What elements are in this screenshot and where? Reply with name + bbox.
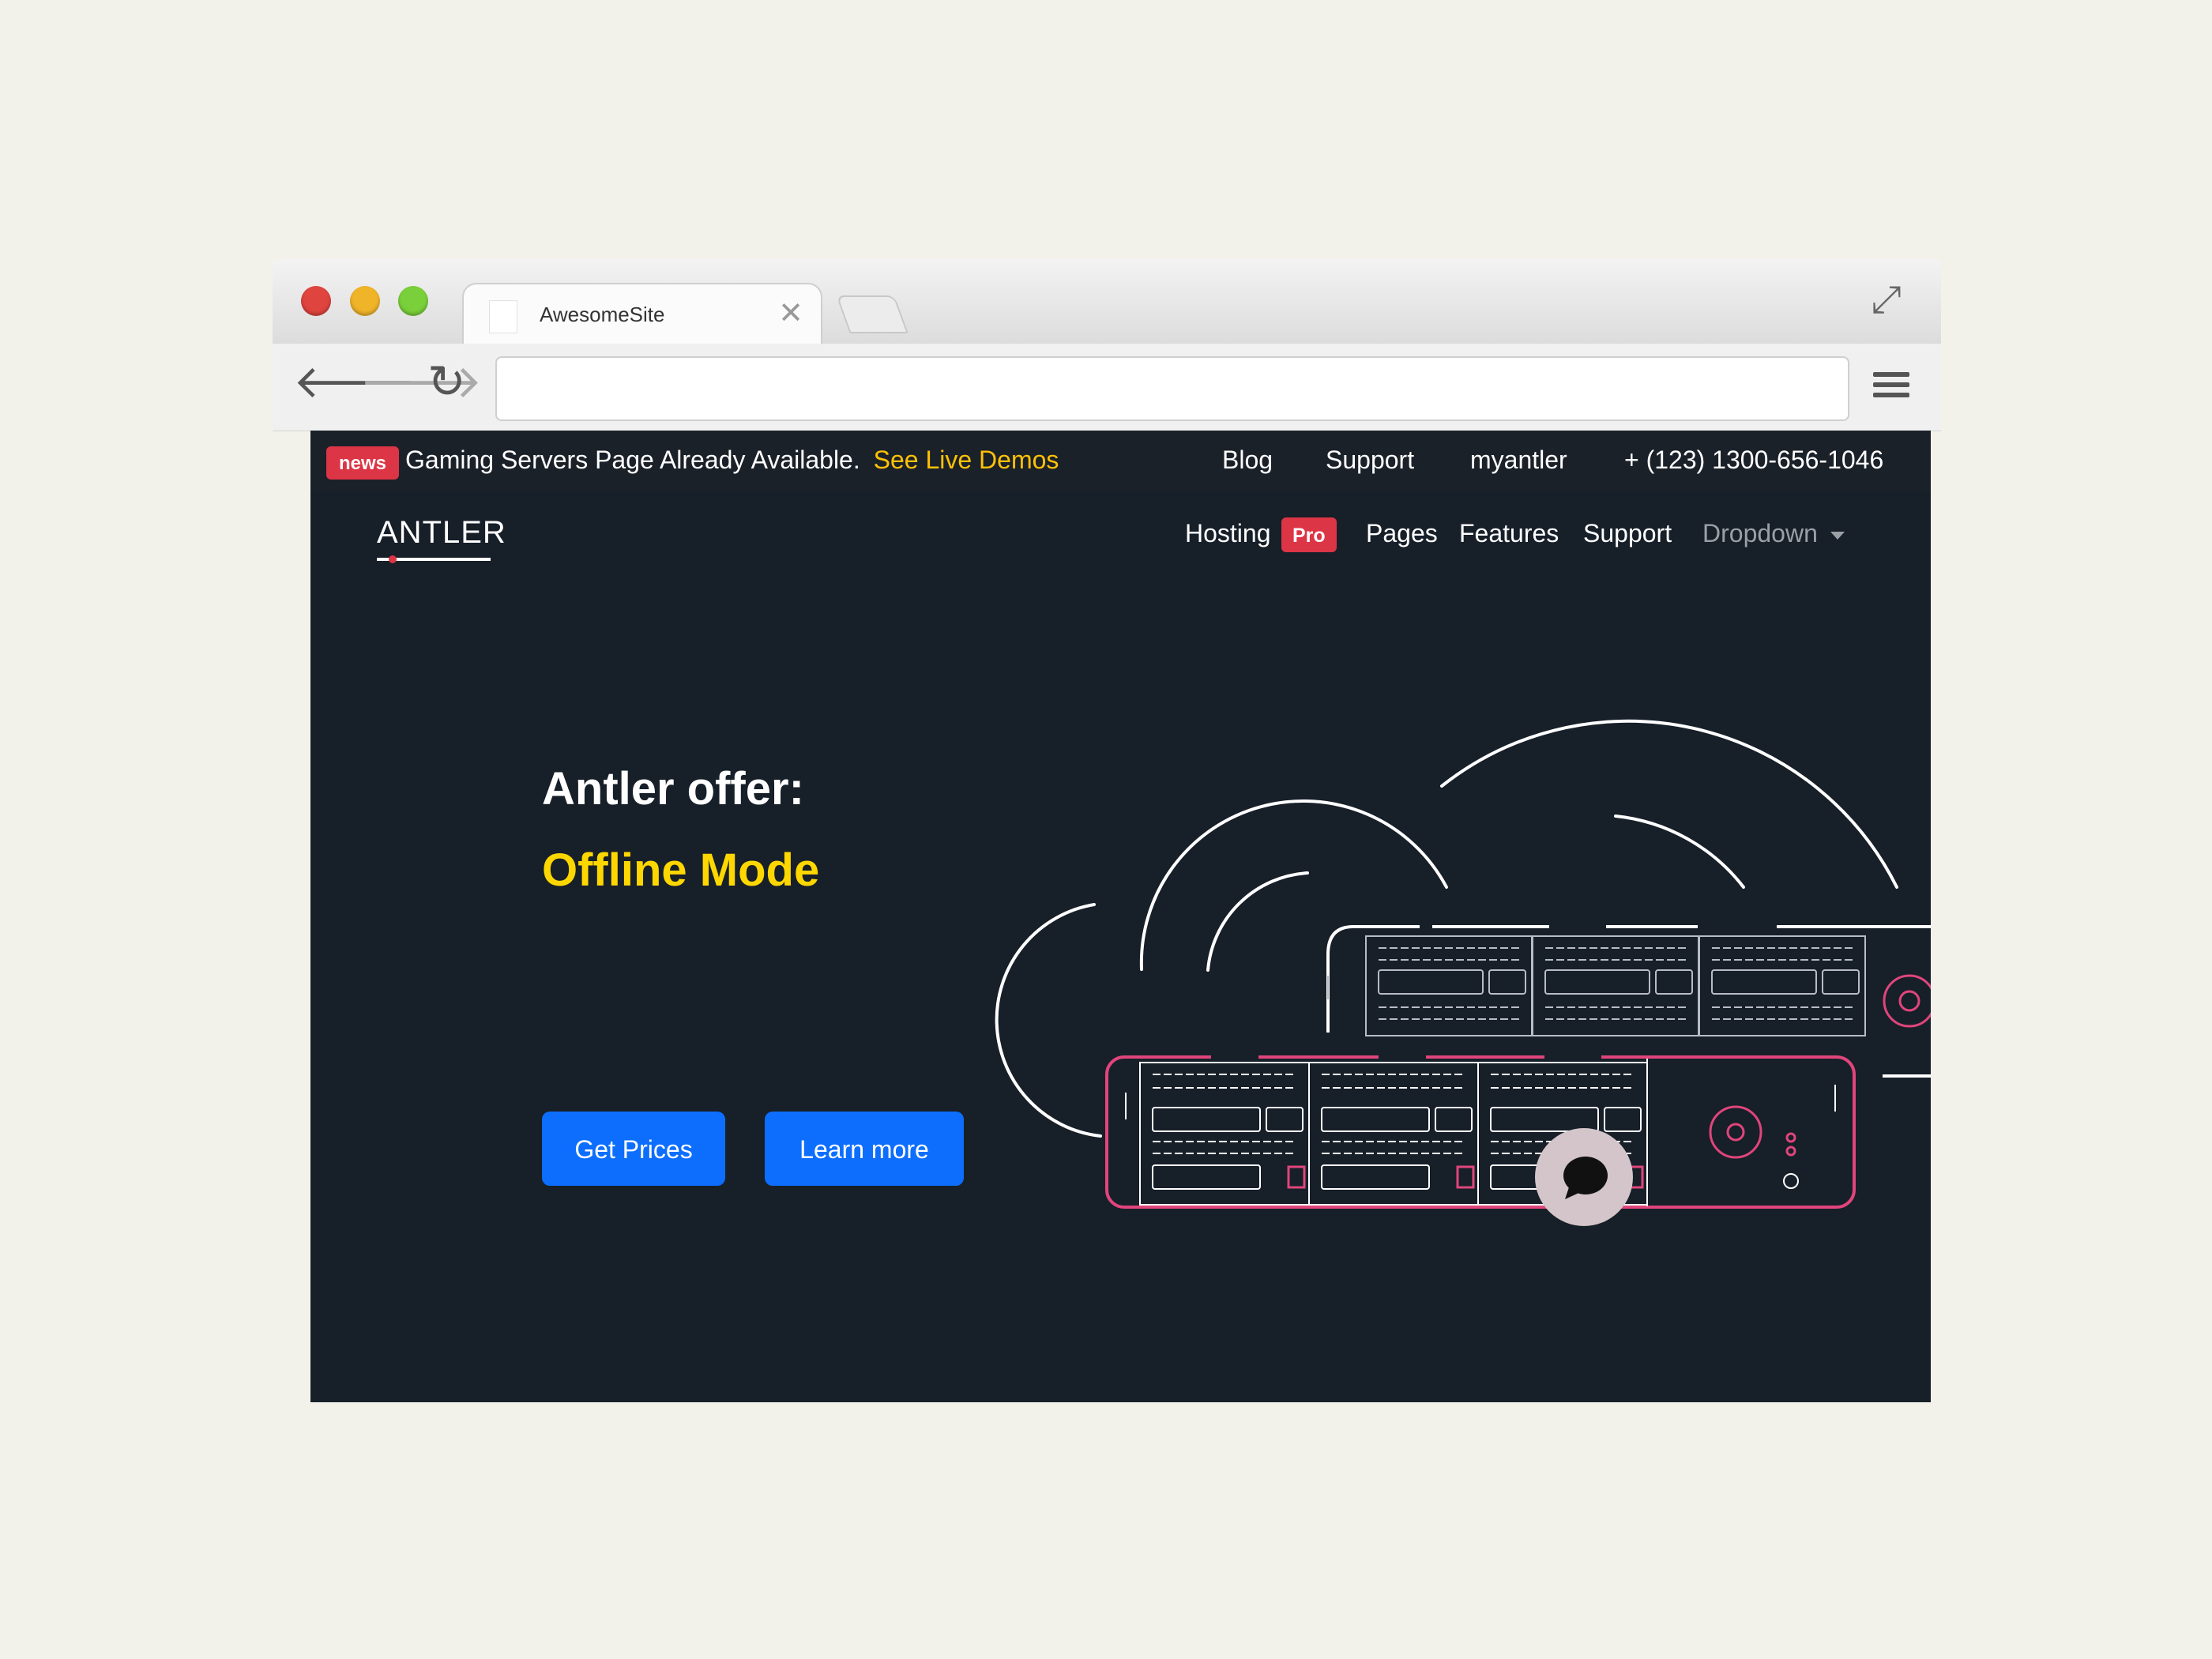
- page-icon: [489, 300, 517, 333]
- close-window-button[interactable]: [301, 286, 331, 316]
- maximize-window-button[interactable]: [398, 286, 428, 316]
- get-prices-button[interactable]: Get Prices: [542, 1112, 725, 1186]
- address-bar[interactable]: [495, 356, 1849, 421]
- web-page: news Gaming Servers Page Already Availab…: [310, 431, 1931, 1402]
- browser-titlebar: AwesomeSite ✕ ⤢: [273, 259, 1941, 346]
- reload-icon[interactable]: ↻: [427, 359, 466, 405]
- back-server-bays: [1327, 935, 1866, 1036]
- browser-window: AwesomeSite ✕ ⤢ 🡐 🡒 ↻ news Gaming Server…: [273, 259, 1941, 1403]
- tab-title: AwesomeSite: [540, 303, 665, 326]
- chat-widget-button[interactable]: [1535, 1128, 1633, 1226]
- back-server-dial: [1883, 974, 1931, 1028]
- close-tab-icon[interactable]: ✕: [778, 295, 803, 331]
- expand-icon[interactable]: ⤢: [1872, 278, 1902, 322]
- learn-more-button[interactable]: Learn more: [765, 1112, 964, 1186]
- minimize-window-button[interactable]: [350, 286, 380, 316]
- chat-bubble-icon: [1563, 1157, 1608, 1199]
- hero-subtitle: Offline Mode: [542, 845, 820, 896]
- browser-toolbar: 🡐 🡒 ↻: [273, 344, 1941, 431]
- new-tab-button[interactable]: [836, 295, 908, 333]
- browser-tab[interactable]: AwesomeSite ✕: [462, 283, 822, 346]
- server-cloud-illustration: [995, 719, 1931, 1209]
- hamburger-menu-icon[interactable]: [1873, 372, 1909, 404]
- hero-title: Antler offer:: [542, 763, 804, 814]
